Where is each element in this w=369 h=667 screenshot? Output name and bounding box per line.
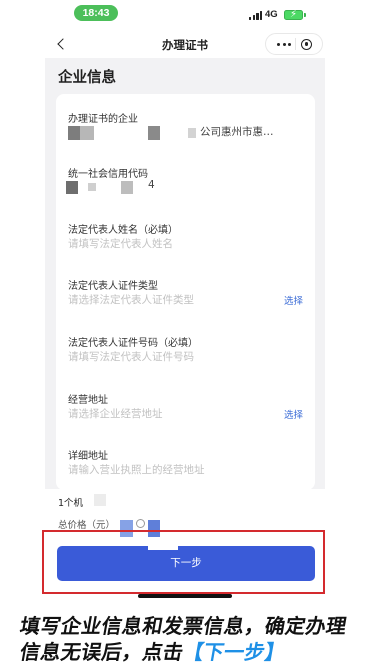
battery-nub bbox=[303, 13, 306, 17]
section-title: 企业信息 bbox=[58, 70, 116, 86]
business-address-select[interactable]: 请选择企业经营地址 bbox=[68, 406, 163, 421]
more-icon[interactable] bbox=[277, 42, 281, 46]
legal-rep-name-input[interactable] bbox=[68, 236, 273, 252]
highlight-outline bbox=[42, 530, 325, 594]
capsule-divider bbox=[295, 38, 296, 50]
detailed-address-input[interactable] bbox=[68, 462, 273, 478]
caption-highlight: 【下一步】 bbox=[181, 640, 288, 664]
caption-line-1: 填写企业信息和发票信息，确定办理 bbox=[18, 614, 349, 638]
field-label: 经营地址 bbox=[68, 395, 108, 406]
redaction-mosaic bbox=[94, 494, 106, 506]
field-detailed-address: 详细地址 bbox=[68, 447, 308, 487]
home-indicator bbox=[138, 594, 232, 598]
field-label: 办理证书的企业 bbox=[68, 114, 138, 125]
target-icon-center[interactable] bbox=[304, 42, 309, 46]
status-time: 18:43 bbox=[74, 5, 118, 21]
redaction-mosaic bbox=[148, 126, 160, 140]
charging-bolt-icon: ⚡ bbox=[290, 9, 298, 20]
field-label: 详细地址 bbox=[68, 451, 108, 462]
field-label: 法定代表人证件号码（必填） bbox=[68, 338, 198, 349]
field-business-address[interactable]: 经营地址 请选择企业经营地址 选择 bbox=[68, 391, 308, 431]
caption-line-2-text: 信息无误后，点击 bbox=[18, 640, 186, 664]
mini-program-capsule bbox=[265, 33, 323, 55]
redaction-mosaic bbox=[121, 181, 133, 194]
network-type: 4G bbox=[265, 9, 278, 20]
caption-line-2: 信息无误后，点击【下一步】 bbox=[18, 636, 288, 665]
redaction-mosaic bbox=[136, 519, 145, 528]
field-legal-rep-id-number: 法定代表人证件号码（必填） bbox=[68, 334, 308, 374]
redaction-mosaic bbox=[68, 126, 80, 140]
field-legal-rep-id-type[interactable]: 法定代表人证件类型 请选择法定代表人证件类型 选择 bbox=[68, 277, 308, 317]
field-label: 法定代表人证件类型 bbox=[68, 281, 158, 292]
redaction-mosaic bbox=[88, 183, 96, 191]
field-label: 法定代表人姓名（必填） bbox=[68, 225, 178, 236]
credit-code-value: 4 bbox=[148, 179, 155, 191]
id-type-select[interactable]: 请选择法定代表人证件类型 bbox=[68, 292, 194, 307]
redaction-mosaic bbox=[188, 128, 196, 138]
select-address-link[interactable]: 选择 bbox=[284, 407, 303, 421]
signal-icon bbox=[249, 11, 263, 20]
field-company: 办理证书的企业 公司惠州市惠… bbox=[68, 110, 308, 150]
select-id-type-link[interactable]: 选择 bbox=[284, 293, 303, 307]
more-icon-dot[interactable] bbox=[282, 42, 286, 46]
item-count-label: 1个机 bbox=[58, 498, 84, 509]
legal-rep-id-number-input[interactable] bbox=[68, 349, 273, 365]
field-legal-rep-name: 法定代表人姓名（必填） bbox=[68, 221, 308, 261]
field-label: 统一社会信用代码 bbox=[68, 169, 148, 180]
redaction-mosaic bbox=[80, 126, 94, 140]
total-price-label: 总价格（元） bbox=[58, 520, 116, 531]
company-name-value: 公司惠州市惠… bbox=[200, 126, 274, 138]
redaction-mosaic bbox=[66, 181, 78, 194]
more-icon-dot[interactable] bbox=[288, 42, 292, 46]
field-credit-code: 统一社会信用代码 4 bbox=[66, 165, 308, 205]
